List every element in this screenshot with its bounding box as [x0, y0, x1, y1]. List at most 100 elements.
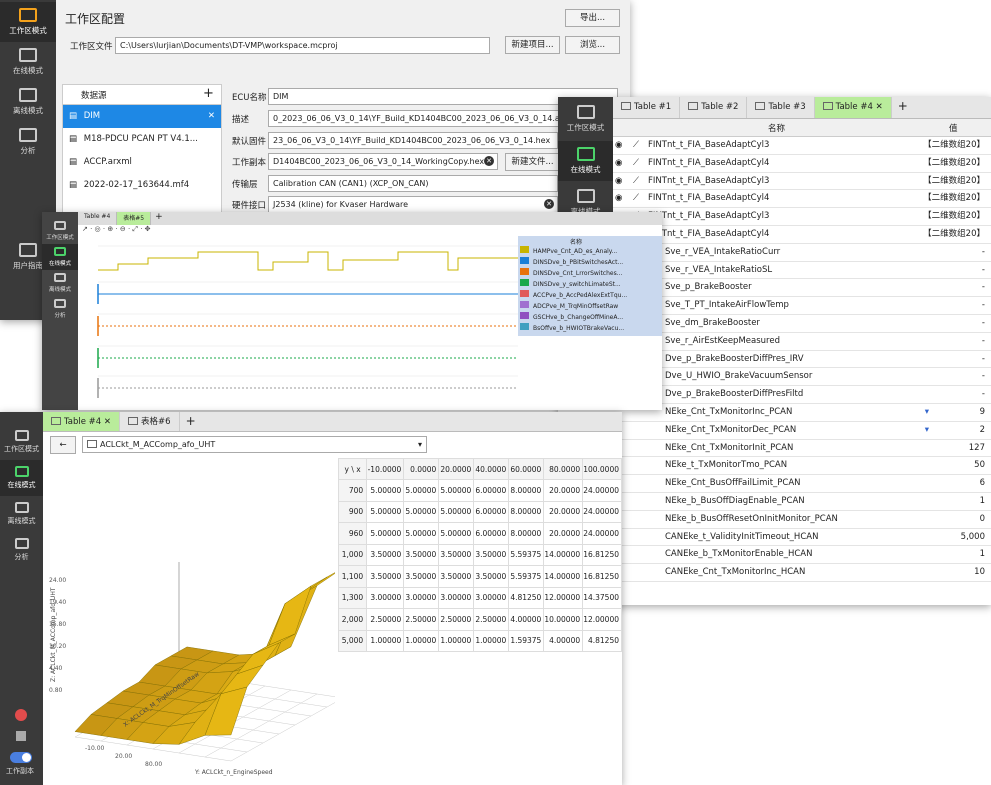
sidebar-item-0[interactable]: 工作区模式	[558, 99, 613, 139]
browse-button[interactable]: 浏览...	[565, 36, 620, 54]
table-row[interactable]: NEke_b_BusOffResetOnInitMonitor_PCAN 0	[613, 511, 991, 529]
tab-table-4[interactable]: Table #4 ✕	[814, 97, 892, 118]
y-axis-cell[interactable]: 5,000	[337, 629, 368, 652]
map-selector[interactable]: ACLCkt_M_ACComp_afo_UHT ▾	[82, 436, 427, 453]
x-axis-cell[interactable]: 0.0000	[403, 458, 440, 480]
scope-tab-0[interactable]: Table #4	[78, 212, 118, 225]
map-cell[interactable]: 20.0000	[543, 500, 584, 523]
table-row[interactable]: ◉ ⟋ FINTnt_t_FIA_BaseAdaptCyl4 【二维数组20】	[613, 154, 991, 173]
clear-icon[interactable]: ✕	[544, 199, 554, 209]
datasource-item[interactable]: ▤ 2022-02-17_163644.mf4	[63, 174, 221, 197]
map-cell[interactable]: 14.00000	[543, 543, 584, 566]
table-row[interactable]: Sve_p_BrakeBooster -	[613, 279, 991, 298]
sidebar-item-1[interactable]: 在线模式	[0, 42, 56, 82]
map-cell[interactable]: 6.00000	[473, 500, 510, 523]
map-cell[interactable]: 1.00000	[366, 629, 405, 652]
map-cell[interactable]: 1.00000	[473, 629, 510, 652]
close-icon[interactable]: ✕	[873, 102, 883, 112]
map-cell[interactable]: 10.00000	[543, 608, 584, 631]
param-value[interactable]: 50	[974, 457, 985, 475]
table-row[interactable]: NEke_t_TxMonitorTmo_PCAN 50	[613, 457, 991, 476]
map-cell[interactable]: 3.50000	[473, 565, 510, 588]
x-axis-cell[interactable]: -10.0000	[366, 458, 405, 480]
param-value[interactable]: -	[982, 279, 985, 297]
tab-table-2[interactable]: Table #2	[680, 97, 748, 118]
param-value[interactable]: 【二维数组20】	[923, 137, 985, 155]
map-cell[interactable]: 3.50000	[438, 565, 475, 588]
table-row[interactable]: CANEke_t_ValidityInitTimeout_HCAN 5,000	[613, 529, 991, 547]
tab-table-3[interactable]: Table #3	[747, 97, 815, 118]
map-cell[interactable]: 24.00000	[582, 522, 622, 545]
add-datasource-button[interactable]: +	[203, 86, 214, 101]
param-value[interactable]: 9	[980, 404, 985, 422]
map-cell[interactable]: 1.59375	[508, 629, 545, 652]
close-icon[interactable]: ✕	[101, 417, 111, 427]
x-axis-cell[interactable]: 80.0000	[543, 458, 584, 480]
map-cell[interactable]: 2.50000	[366, 608, 405, 631]
y-axis-cell[interactable]: 700	[337, 479, 368, 502]
legend-item[interactable]: BsOffve_b_HWIOTBrakeVacu...	[518, 323, 662, 334]
sidebar-item-3[interactable]: 分析	[0, 122, 56, 162]
map-cell[interactable]: 20.0000	[543, 479, 584, 502]
table-row[interactable]: NEke_b_BusOffDiagEnable_PCAN 1	[613, 493, 991, 511]
table-row[interactable]: NEke_Cnt_TxMonitorInc_PCAN 9 ▾	[613, 404, 991, 422]
param-value[interactable]: 10	[974, 564, 985, 582]
table-row[interactable]: NEke_Cnt_TxMonitorInit_PCAN 127	[613, 440, 991, 458]
table-row[interactable]: Dve_U_HWIO_BrakeVacuumSensor -	[613, 368, 991, 387]
x-axis-cell[interactable]: 20.0000	[438, 458, 475, 480]
map-cell[interactable]: 3.50000	[366, 565, 405, 588]
legend-item[interactable]: ACCPve_b_AccPedAlexExtTqu...	[518, 290, 662, 301]
sidebar-item-0[interactable]: 工作区模式	[0, 2, 56, 42]
param-value[interactable]: 【二维数组20】	[923, 190, 985, 208]
map-cell[interactable]: 4.00000	[508, 608, 545, 631]
map-cell[interactable]: 5.00000	[438, 522, 475, 545]
map-cell[interactable]: 8.00000	[508, 479, 545, 502]
map-cell[interactable]: 4.81250	[508, 586, 545, 609]
sidebar-item-1[interactable]: 在线模式	[42, 244, 78, 270]
y-axis-cell[interactable]: 960	[337, 522, 368, 545]
work-copy-field[interactable]: D1404BC00_2023_06_06_V3_0_14_WorkingCopy…	[268, 153, 498, 170]
map-cell[interactable]: 2.50000	[438, 608, 475, 631]
map-cell[interactable]: 5.00000	[438, 479, 475, 502]
transport-field[interactable]: Calibration CAN (CAN1) (XCP_ON_CAN)	[268, 175, 558, 192]
dropdown-icon[interactable]: ▾	[925, 422, 929, 440]
y-axis-cell[interactable]: 1,300	[337, 586, 368, 609]
map-cell[interactable]: 20.0000	[543, 522, 584, 545]
new-project-button[interactable]: 新建项目...	[505, 36, 560, 54]
param-value[interactable]: -	[982, 244, 985, 262]
map-cell[interactable]: 6.00000	[473, 479, 510, 502]
clear-icon[interactable]: ✕	[484, 156, 494, 166]
map-cell[interactable]: 3.50000	[403, 565, 440, 588]
param-value[interactable]: -	[982, 262, 985, 280]
table-row[interactable]: Sve_dm_BrakeBooster -	[613, 315, 991, 333]
x-axis-cell[interactable]: 40.0000	[473, 458, 510, 480]
y-axis-cell[interactable]: 1,000	[337, 543, 368, 566]
param-value[interactable]: 2	[980, 422, 985, 440]
map-cell[interactable]: 16.81250	[582, 565, 622, 588]
table-row[interactable]: CANEke_Cnt_TxMonitorInc_HCAN 10	[613, 564, 991, 582]
y-axis-cell[interactable]: 900	[337, 500, 368, 523]
param-value[interactable]: -	[982, 315, 985, 333]
map-cell[interactable]: 5.00000	[403, 522, 440, 545]
param-value[interactable]: 5,000	[961, 529, 985, 547]
stop-button[interactable]	[16, 731, 26, 741]
param-value[interactable]: -	[982, 297, 985, 315]
param-value[interactable]: 1	[980, 546, 985, 564]
table-row[interactable]: ◉ ⟋ FINTnt_t_FIA_BaseAdaptCyl3 【二维数组20】	[613, 137, 991, 155]
new-file-button[interactable]: 新建文件...	[505, 153, 560, 171]
param-value[interactable]: -	[982, 368, 985, 386]
legend-item[interactable]: DINSDve_b_PBitSwitchesAct...	[518, 257, 662, 268]
sidebar-item-2[interactable]: 离线模式	[42, 270, 78, 296]
x-axis-cell[interactable]: 60.0000	[508, 458, 545, 480]
map-cell[interactable]: 5.59375	[508, 565, 545, 588]
table-row[interactable]: Sve_T_PT_IntakeAirFlowTemp -	[613, 297, 991, 315]
map-cell[interactable]: 24.00000	[582, 500, 622, 523]
map-cell[interactable]: 3.00000	[403, 586, 440, 609]
table-row[interactable]: Sve_r_VEA_IntakeRatioCurr -	[613, 244, 991, 262]
scope-tab-1[interactable]: 表格#5	[117, 212, 152, 225]
dropdown-icon[interactable]: ▾	[925, 404, 929, 422]
export-button[interactable]: 导出...	[565, 9, 620, 27]
sidebar-item-1[interactable]: 在线模式	[0, 460, 43, 496]
param-value[interactable]: 【二维数组20】	[923, 155, 985, 173]
work-copy-toggle[interactable]	[10, 752, 32, 763]
